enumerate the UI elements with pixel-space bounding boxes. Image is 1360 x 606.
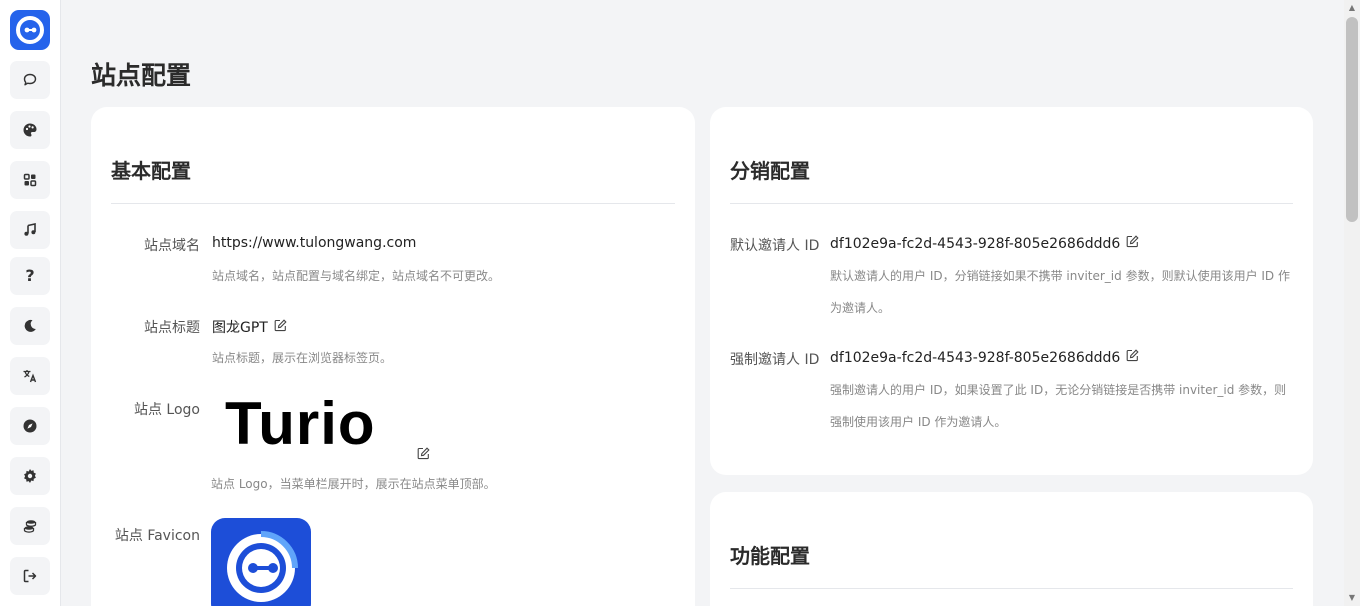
logo-label: 站点 Logo (133, 402, 200, 418)
forced-inviter-help-line2: 强制使用该用户 ID 作为邀请人。 (830, 415, 1007, 429)
favicon-label: 站点 Favicon (114, 528, 200, 544)
domain-value: https://www.tulongwang.com (212, 235, 416, 251)
edit-icon (1126, 349, 1139, 362)
site-favicon-image[interactable] (211, 518, 311, 606)
site-title-text: 图龙GPT (212, 320, 268, 336)
site-title-value: 图龙GPT (212, 317, 287, 337)
forced-inviter-help-line1: 强制邀请人的用户 ID，如果设置了此 ID，无论分销链接是否携带 inviter… (830, 383, 1287, 397)
logo-help: 站点 Logo，当菜单栏展开时，展示在站点菜单顶部。 (211, 477, 496, 491)
distribution-config-divider (730, 203, 1293, 204)
coins-icon (23, 520, 37, 533)
scroll-up-arrow-icon[interactable]: ▲ (1346, 2, 1358, 14)
moon-icon (24, 319, 36, 332)
forced-inviter-value: df102e9a-fc2d-4543-928f-805e2686ddd6 (830, 349, 1139, 366)
logout-icon (23, 569, 37, 583)
apps-grid-icon (23, 173, 37, 187)
settings-gear-icon (24, 469, 36, 483)
sidebar-item-settings[interactable] (10, 457, 50, 495)
basic-config-divider (111, 203, 675, 204)
sidebar-item-chat[interactable] (10, 61, 50, 99)
edit-icon (1126, 235, 1139, 248)
chat-bubble-icon (23, 73, 37, 86)
sidebar-item-theme[interactable] (10, 111, 50, 149)
forced-inviter-text: df102e9a-fc2d-4543-928f-805e2686ddd6 (830, 349, 1121, 366)
distribution-config-card: 分销配置 默认邀请人 ID df102e9a-fc2d-4543-928f-80… (710, 107, 1313, 475)
sidebar-item-apps[interactable] (10, 161, 50, 199)
app-logo-icon (16, 16, 44, 44)
favicon-logo-icon (227, 531, 298, 602)
forced-inviter-edit-icon[interactable] (1126, 349, 1139, 366)
site-logo-image: Turio (211, 389, 411, 457)
default-inviter-label: 默认邀请人 ID (730, 238, 820, 254)
sidebar-item-logout[interactable] (10, 557, 50, 595)
sidebar-item-explore[interactable] (10, 407, 50, 445)
feature-config-title: 功能配置 (730, 544, 810, 568)
music-note-icon (24, 223, 36, 236)
site-logo-text: Turio (225, 390, 376, 457)
feature-config-divider (730, 588, 1293, 589)
site-title-edit-icon[interactable] (274, 318, 287, 336)
app-logo[interactable] (10, 10, 50, 50)
site-title-label: 站点标题 (144, 320, 200, 336)
feature-config-card: 功能配置 (710, 492, 1313, 606)
forced-inviter-label: 强制邀请人 ID (730, 352, 820, 368)
scrollbar-thumb[interactable] (1346, 17, 1358, 222)
page-title: 站点配置 (91, 61, 192, 90)
distribution-config-title: 分销配置 (730, 159, 810, 183)
sidebar: ? (0, 0, 61, 606)
edit-icon (417, 447, 430, 460)
default-inviter-text: df102e9a-fc2d-4543-928f-805e2686ddd6 (830, 235, 1121, 252)
sidebar-item-music[interactable] (10, 211, 50, 249)
site-title-help: 站点标题，展示在浏览器标签页。 (212, 351, 393, 365)
basic-config-card: 基本配置 站点域名 https://www.tulongwang.com 站点域… (91, 107, 695, 606)
translate-icon (23, 370, 37, 383)
default-inviter-help-line1: 默认邀请人的用户 ID，分销链接如果不携带 inviter_id 参数，则默认使… (830, 269, 1290, 283)
domain-help: 站点域名，站点配置与域名绑定，站点域名不可更改。 (212, 269, 501, 283)
default-inviter-value: df102e9a-fc2d-4543-928f-805e2686ddd6 (830, 235, 1139, 252)
domain-label: 站点域名 (144, 238, 200, 254)
sidebar-item-dark-mode[interactable] (10, 307, 50, 345)
logo-edit-icon[interactable] (417, 445, 430, 464)
scroll-down-arrow-icon[interactable]: ▼ (1346, 592, 1358, 604)
sidebar-item-billing[interactable] (10, 507, 50, 545)
help-icon: ? (25, 266, 35, 285)
basic-config-title: 基本配置 (111, 159, 191, 183)
sidebar-item-help[interactable]: ? (10, 257, 50, 295)
default-inviter-help-line2: 为邀请人。 (830, 301, 891, 315)
default-inviter-edit-icon[interactable] (1126, 235, 1139, 252)
palette-icon (23, 123, 37, 137)
edit-icon (274, 318, 287, 331)
sidebar-item-language[interactable] (10, 357, 50, 395)
compass-icon (23, 419, 37, 433)
domain-text: https://www.tulongwang.com (212, 235, 417, 251)
